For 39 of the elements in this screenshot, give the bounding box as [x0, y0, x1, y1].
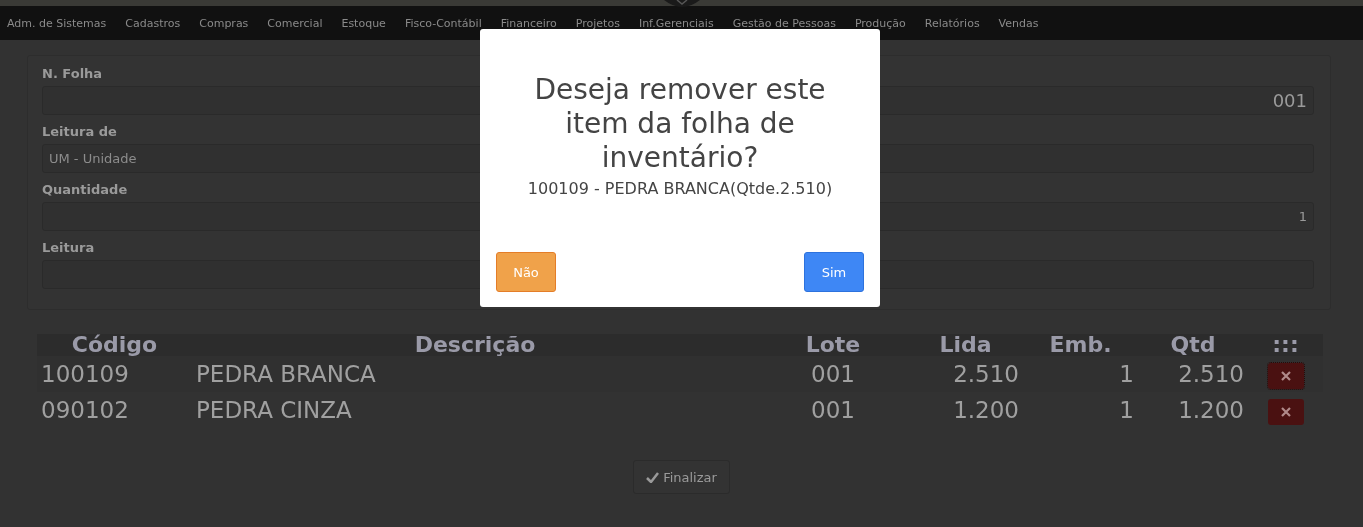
menu-item[interactable]: Projetos — [575, 16, 629, 30]
menu-item[interactable]: Fisco-Contábil — [404, 16, 491, 30]
delete-button[interactable] — [1267, 398, 1304, 425]
field-label: Quantidade — [42, 182, 128, 197]
table-cell-text: 1 — [1118, 396, 1135, 425]
field-label: Leitura de — [42, 124, 117, 139]
menu-item[interactable]: Gestão de Pessoas — [732, 16, 845, 30]
menu-item[interactable]: Compras — [199, 16, 258, 30]
dialog-message: 100109 - PEDRA BRANCA(Qtde.2.510) — [527, 179, 833, 198]
close-icon — [1280, 370, 1291, 381]
dialog-title: Deseja remover este item da folha de inventário? — [533, 73, 827, 175]
field-label: Leitura — [42, 240, 95, 255]
column-header: ::: — [1248, 334, 1323, 356]
close-icon — [1280, 406, 1291, 417]
column-header: Código — [37, 334, 192, 356]
menu-item[interactable]: Inf.Gerenciais — [638, 16, 723, 30]
delete-button[interactable] — [1267, 362, 1304, 389]
column-header: Descrição — [192, 334, 758, 356]
menu-item[interactable]: Comercial — [267, 16, 332, 30]
menu-item[interactable]: Financeiro — [500, 16, 566, 30]
menu-item[interactable]: Adm. de Sistemas — [7, 16, 116, 30]
menu-item[interactable]: Vendas — [998, 16, 1048, 30]
check-icon — [646, 471, 660, 483]
table-cell-text: 1.200 — [952, 396, 1020, 425]
menu-item[interactable]: Cadastros — [125, 16, 190, 30]
menu-item[interactable]: Relatórios — [924, 16, 989, 30]
column-header: Qtd — [1138, 334, 1248, 356]
table-cell-text: 090102 — [40, 396, 130, 425]
column-header: Lote — [758, 334, 908, 356]
menu-item[interactable]: Estoque — [341, 16, 395, 30]
column-header: Lida — [908, 334, 1023, 356]
table-cell-text: 001 — [810, 396, 856, 425]
table-cell-text: PEDRA CINZA — [195, 396, 353, 425]
column-header: Emb. — [1023, 334, 1138, 356]
confirm-button[interactable]: Sim — [804, 252, 864, 292]
finish-button[interactable]: Finalizar — [633, 460, 730, 494]
field-label: N. Folha — [42, 66, 103, 81]
menu-item[interactable]: Produção — [854, 16, 915, 30]
table-cell-text: 1.200 — [1177, 396, 1245, 425]
